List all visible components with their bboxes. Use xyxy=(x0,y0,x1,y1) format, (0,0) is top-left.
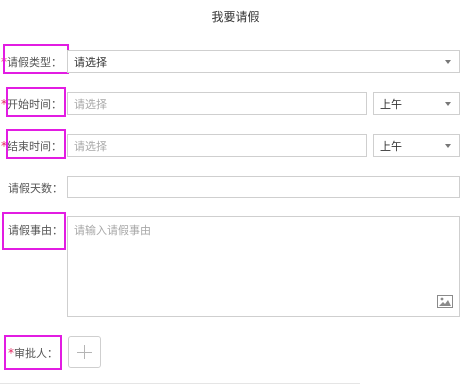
highlight-box xyxy=(4,335,62,370)
start-time-input[interactable]: 请选择 xyxy=(67,92,367,115)
highlight-box xyxy=(6,87,66,117)
end-period-select[interactable]: 上午 xyxy=(373,134,460,157)
leave-type-value: 请选择 xyxy=(74,55,107,69)
start-period-select[interactable]: 上午 xyxy=(373,92,460,115)
chevron-down-icon xyxy=(445,101,451,106)
end-period-value: 上午 xyxy=(380,139,402,153)
highlight-box xyxy=(6,129,66,159)
highlight-box xyxy=(3,44,69,74)
leave-type-select[interactable]: 请选择 xyxy=(67,50,460,73)
chevron-down-icon xyxy=(445,143,451,148)
end-time-input[interactable]: 请选择 xyxy=(67,134,367,157)
chevron-down-icon xyxy=(445,59,451,64)
highlight-box xyxy=(2,212,66,250)
start-period-value: 上午 xyxy=(380,97,402,111)
add-approver-button[interactable] xyxy=(68,336,101,368)
days-input[interactable] xyxy=(67,176,460,198)
page-title: 我要请假 xyxy=(211,10,260,24)
reason-placeholder: 请输入请假事由 xyxy=(74,224,151,237)
image-icon[interactable] xyxy=(437,295,453,311)
divider xyxy=(0,383,360,384)
reason-textarea[interactable]: 请输入请假事由 xyxy=(67,216,460,317)
days-label: 请假天数： xyxy=(8,182,63,195)
